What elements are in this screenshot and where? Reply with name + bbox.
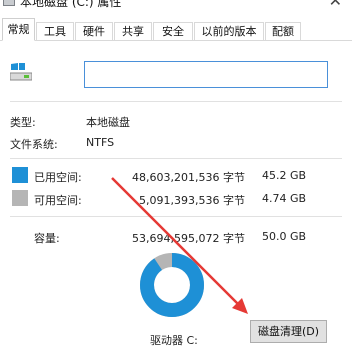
tab-hardware[interactable]: 硬件 (75, 22, 113, 40)
window-title: 本地磁盘 (C:) 属性 (20, 0, 122, 9)
tab-general[interactable]: 常规 (2, 18, 35, 41)
arrow-head (232, 298, 248, 314)
used-space-swatch (12, 167, 28, 183)
used-space-label: 已用空间: (34, 171, 82, 184)
divider (10, 101, 342, 102)
tab-tools[interactable]: 工具 (36, 22, 74, 40)
type-label: 类型: (10, 116, 36, 129)
close-icon[interactable]: ✕ (329, 0, 342, 10)
disk-usage-donut (140, 253, 204, 317)
divider (10, 216, 342, 217)
capacity-gb: 50.0 GB (262, 230, 307, 243)
free-space-bytes: 5,091,393,536 字节 (139, 194, 245, 207)
tab-previous-versions[interactable]: 以前的版本 (194, 22, 264, 40)
file-system-label: 文件系统: (10, 138, 58, 151)
drive-icon (10, 63, 32, 81)
title-bar: 本地磁盘 (C:) 属性 ✕ (0, 0, 352, 14)
donut-used-segment (140, 253, 204, 317)
tab-quota[interactable]: 配额 (265, 22, 301, 40)
free-space-gb: 4.74 GB (262, 192, 307, 205)
drive-letter-label: 驱动器 C: (150, 334, 198, 347)
file-system-value: NTFS (86, 136, 115, 149)
free-space-label: 可用空间: (34, 194, 82, 207)
type-value: 本地磁盘 (86, 116, 130, 129)
drive-name-input[interactable] (84, 61, 328, 88)
used-space-bytes: 48,603,201,536 字节 (132, 171, 245, 184)
divider (10, 158, 342, 159)
tab-divider (0, 40, 352, 41)
disk-cleanup-button[interactable]: 磁盘清理(D) (250, 320, 327, 343)
free-space-swatch (12, 190, 28, 206)
drive-properties-icon (3, 0, 15, 6)
capacity-label: 容量: (34, 232, 60, 245)
tab-bar: 常规 工具 硬件 共享 安全 以前的版本 配额 (0, 16, 352, 41)
used-space-gb: 45.2 GB (262, 169, 307, 182)
tab-security[interactable]: 安全 (153, 22, 193, 40)
capacity-bytes: 53,694,595,072 字节 (132, 232, 245, 245)
tab-sharing[interactable]: 共享 (114, 22, 152, 40)
